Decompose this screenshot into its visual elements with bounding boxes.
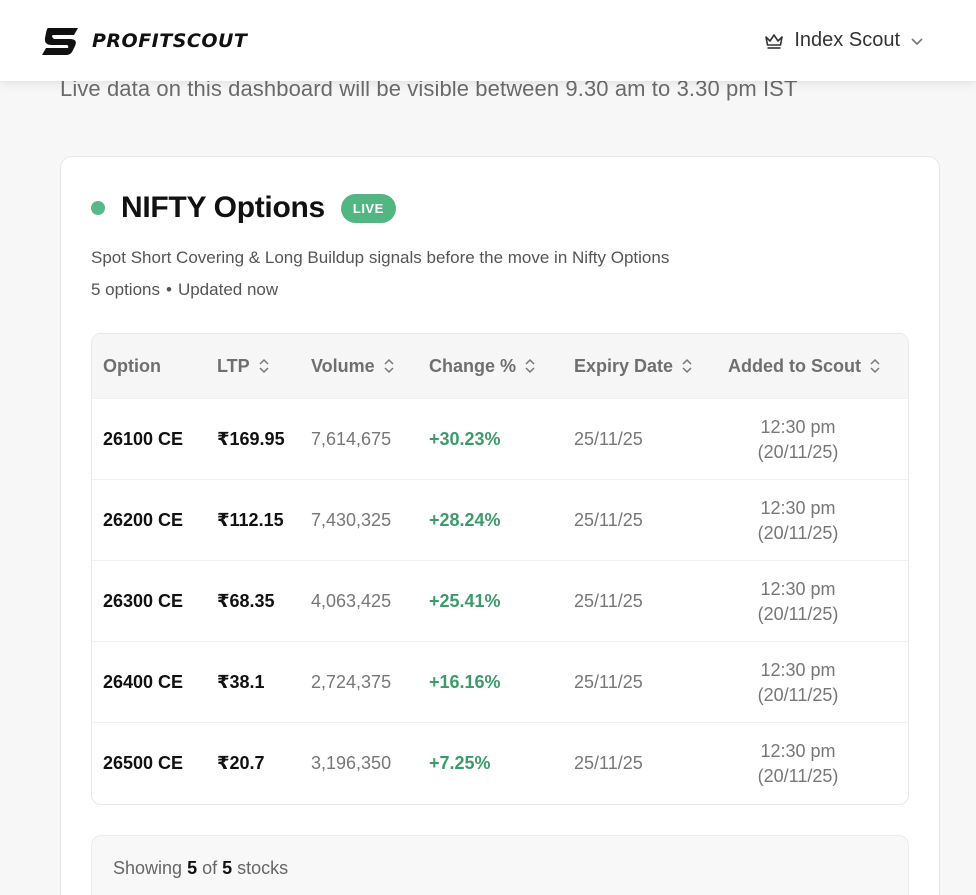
cell-expiry: 25/11/25 <box>574 510 643 530</box>
cell-change: +7.25% <box>429 753 491 773</box>
cell-option: 26200 CE <box>103 510 184 530</box>
options-count: 5 options <box>91 280 160 299</box>
cell-change: +16.16% <box>429 672 501 692</box>
cell-volume: 4,063,425 <box>311 591 392 611</box>
brand-logo-icon <box>42 27 78 55</box>
card-title-row: NIFTY Options LIVE <box>91 191 396 225</box>
cell-added: 12:30 pm (20/11/25) <box>728 723 868 804</box>
cell-volume: 2,724,375 <box>311 672 392 692</box>
cell-option: 26100 CE <box>103 429 184 449</box>
cell-volume: 7,614,675 <box>311 429 392 449</box>
cell-option: 26500 CE <box>103 753 184 773</box>
shown-count: 5 <box>187 858 198 878</box>
meta-separator: • <box>166 280 172 299</box>
added-time: 12:30 pm <box>760 416 836 437</box>
cell-expiry: 25/11/25 <box>574 672 643 692</box>
cell-option: 26300 CE <box>103 591 184 611</box>
added-time: 12:30 pm <box>760 497 836 518</box>
page: PROFITSCOUT Index Scout Live data on thi… <box>0 0 976 895</box>
added-date: (20/11/25) <box>757 441 839 462</box>
cell-ltp: ₹169.95 <box>217 429 285 449</box>
added-time: 12:30 pm <box>760 659 836 680</box>
index-scout-menu[interactable]: Index Scout <box>764 29 924 52</box>
sort-icon <box>870 358 880 374</box>
sort-icon <box>525 358 535 374</box>
chevron-down-icon <box>911 37 923 45</box>
column-header-option: Option <box>103 355 161 376</box>
column-header-volume[interactable]: Volume <box>311 334 395 398</box>
top-header: PROFITSCOUT Index Scout <box>0 0 976 81</box>
added-date: (20/11/25) <box>757 684 839 705</box>
nifty-options-card: NIFTY Options LIVE Spot Short Covering &… <box>60 156 940 895</box>
cell-added: 12:30 pm (20/11/25) <box>728 642 868 723</box>
cell-ltp: ₹68.35 <box>217 591 275 611</box>
added-date: (20/11/25) <box>757 603 839 624</box>
column-header-ltp[interactable]: LTP <box>217 334 270 398</box>
index-scout-label: Index Scout <box>794 29 900 51</box>
live-status-dot <box>91 201 105 215</box>
updated-status: Updated now <box>177 280 279 299</box>
options-table: Option LTP Volume Change % Expiry Date A… <box>91 333 909 805</box>
added-date: (20/11/25) <box>757 522 839 543</box>
cell-added: 12:30 pm (20/11/25) <box>728 480 868 561</box>
crown-icon <box>765 33 784 49</box>
card-subtitle: Spot Short Covering & Long Buildup signa… <box>91 248 670 267</box>
column-header-added[interactable]: Added to Scout <box>728 334 881 398</box>
table-header: Option LTP Volume Change % Expiry Date A… <box>92 334 908 398</box>
cell-change: +30.23% <box>429 429 501 449</box>
cell-added: 12:30 pm (20/11/25) <box>728 561 868 642</box>
table-row[interactable]: 26300 CE ₹68.35 4,063,425 +25.41% 25/11/… <box>92 560 908 641</box>
table-row[interactable]: 26100 CE ₹169.95 7,614,675 +30.23% 25/11… <box>92 398 908 479</box>
table-row[interactable]: 26400 CE ₹38.1 2,724,375 +16.16% 25/11/2… <box>92 641 908 722</box>
table-footer: Showing 5 of 5 stocks <box>91 835 909 895</box>
table-row[interactable]: 26500 CE ₹20.7 3,196,350 +7.25% 25/11/25… <box>92 722 908 803</box>
added-time: 12:30 pm <box>760 740 836 761</box>
sort-icon <box>682 358 692 374</box>
column-header-change[interactable]: Change % <box>429 334 536 398</box>
total-count: 5 <box>222 858 233 878</box>
column-header-expiry[interactable]: Expiry Date <box>574 334 693 398</box>
cell-change: +25.41% <box>429 591 501 611</box>
live-badge: LIVE <box>340 193 396 223</box>
cell-volume: 7,430,325 <box>311 510 392 530</box>
cell-volume: 3,196,350 <box>311 753 392 773</box>
cell-ltp: ₹112.15 <box>217 510 284 530</box>
cell-ltp: ₹20.7 <box>217 753 265 773</box>
table-row[interactable]: 26200 CE ₹112.15 7,430,325 +28.24% 25/11… <box>92 479 908 560</box>
cell-expiry: 25/11/25 <box>574 429 643 449</box>
cell-ltp: ₹38.1 <box>217 672 265 692</box>
cell-expiry: 25/11/25 <box>574 753 643 773</box>
card-title: NIFTY Options <box>121 191 325 224</box>
cell-added: 12:30 pm (20/11/25) <box>728 399 868 480</box>
brand[interactable]: PROFITSCOUT <box>40 25 247 57</box>
brand-name: PROFITSCOUT <box>92 29 248 52</box>
card-meta: 5 options • Updated now <box>91 280 278 300</box>
sort-icon <box>384 358 394 374</box>
cell-option: 26400 CE <box>103 672 184 692</box>
showing-count: Showing 5 of 5 stocks <box>113 858 289 878</box>
added-time: 12:30 pm <box>760 578 836 599</box>
added-date: (20/11/25) <box>757 765 839 786</box>
sort-icon <box>259 358 269 374</box>
cell-expiry: 25/11/25 <box>574 591 643 611</box>
cell-change: +28.24% <box>429 510 501 530</box>
